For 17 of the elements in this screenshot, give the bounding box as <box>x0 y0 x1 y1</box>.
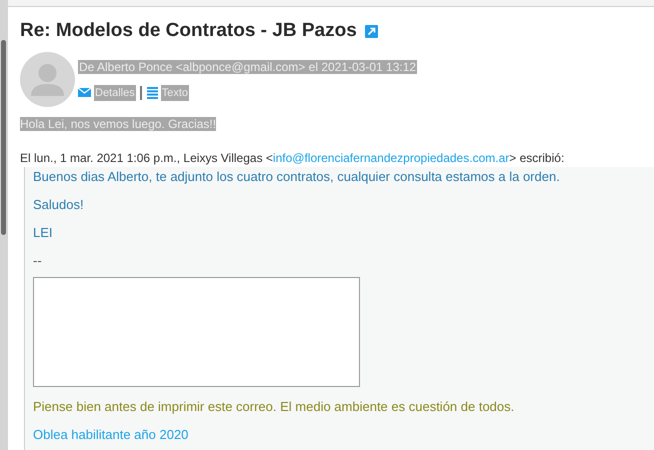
avatar-icon <box>20 52 75 106</box>
quoted-paragraph: Buenos dias Alberto, te adjunto los cuatro contratos, cualquier consulta estamos a la orden. <box>33 168 561 184</box>
list-icon <box>146 86 158 99</box>
quote-attribution: El lun., 1 mar. 2021 1:06 p.m., Leixys Villegas <info@florenciafernandezpropiedades.com.ar> escribió: <box>20 150 566 166</box>
email-subject: Re: Modelos de Contratos - JB Pazos <box>20 19 357 43</box>
link[interactable]: Oblea habilitante año 2020 <box>33 426 654 442</box>
text-link[interactable]: Texto <box>160 84 190 101</box>
print-notice: Piense bien antes de imprimir este correo. El medio ambiente es cuestión de todos. <box>33 398 516 414</box>
envelope-icon <box>78 88 91 98</box>
scrollbar-thumb[interactable] <box>1 40 6 235</box>
quoted-paragraph: Saludos! <box>33 196 85 212</box>
quoted-paragraph: LEI <box>33 224 54 240</box>
signature-separator: -- <box>33 252 43 268</box>
external-link-icon[interactable] <box>364 24 378 38</box>
email-link[interactable]: info@florenciafernandezpropiedades.com.ar <box>272 150 510 164</box>
reply-message: Hola Lei, nos vemos luego. Gracias!! <box>20 116 216 130</box>
details-link[interactable]: Detalles <box>94 84 136 101</box>
